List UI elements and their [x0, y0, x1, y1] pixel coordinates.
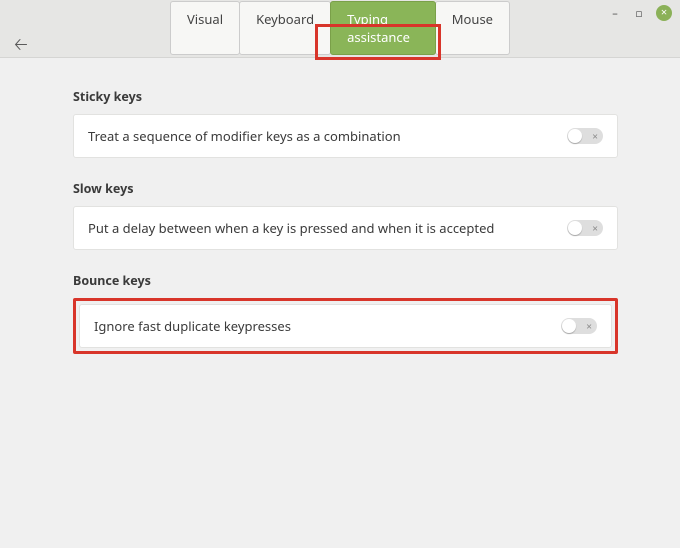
slow-keys-toggle[interactable]: ×	[567, 220, 603, 236]
slow-keys-label: Put a delay between when a key is presse…	[88, 219, 494, 237]
toggle-off-icon: ×	[592, 223, 598, 233]
window-controls: – ▫ ×	[608, 5, 672, 21]
tab-mouse[interactable]: Mouse	[435, 1, 510, 55]
tab-label: Mouse	[452, 10, 493, 28]
toggle-knob	[562, 319, 576, 333]
minimize-button[interactable]: –	[608, 6, 622, 20]
arrow-left-icon: 🡠	[14, 32, 28, 55]
toggle-knob	[568, 221, 582, 235]
back-button[interactable]: 🡠	[14, 32, 28, 61]
bounce-keys-toggle[interactable]: ×	[561, 318, 597, 334]
section-title-bounce: Bounce keys	[73, 272, 618, 289]
close-button[interactable]: ×	[656, 5, 672, 21]
sticky-keys-label: Treat a sequence of modifier keys as a c…	[88, 127, 401, 145]
toggle-off-icon: ×	[592, 131, 598, 141]
sticky-keys-row: Treat a sequence of modifier keys as a c…	[73, 114, 618, 158]
sticky-keys-toggle[interactable]: ×	[567, 128, 603, 144]
tab-bar: Visual Keyboard Typing assistance Mouse	[170, 1, 510, 55]
section-title-slow: Slow keys	[73, 180, 618, 197]
headerbar: System Settings – ▫ × 🡠 Visual Keyboard …	[0, 0, 680, 58]
content-area: Sticky keys Treat a sequence of modifier…	[0, 58, 680, 548]
tab-label: Keyboard	[256, 10, 314, 28]
slow-keys-row: Put a delay between when a key is presse…	[73, 206, 618, 250]
bounce-keys-label: Ignore fast duplicate keypresses	[94, 317, 291, 335]
maximize-button[interactable]: ▫	[632, 6, 646, 20]
tab-keyboard[interactable]: Keyboard	[239, 1, 331, 55]
annotation-highlight-bounce: Ignore fast duplicate keypresses ×	[73, 298, 618, 354]
bounce-keys-row: Ignore fast duplicate keypresses ×	[79, 304, 612, 348]
tab-visual[interactable]: Visual	[170, 1, 240, 55]
tab-label: Visual	[187, 10, 223, 28]
toggle-off-icon: ×	[586, 321, 592, 331]
section-title-sticky: Sticky keys	[73, 88, 618, 105]
tab-label: Typing assistance	[347, 10, 410, 46]
tab-typing-assistance[interactable]: Typing assistance	[330, 1, 436, 55]
toggle-knob	[568, 129, 582, 143]
window-root: System Settings – ▫ × 🡠 Visual Keyboard …	[0, 0, 680, 548]
